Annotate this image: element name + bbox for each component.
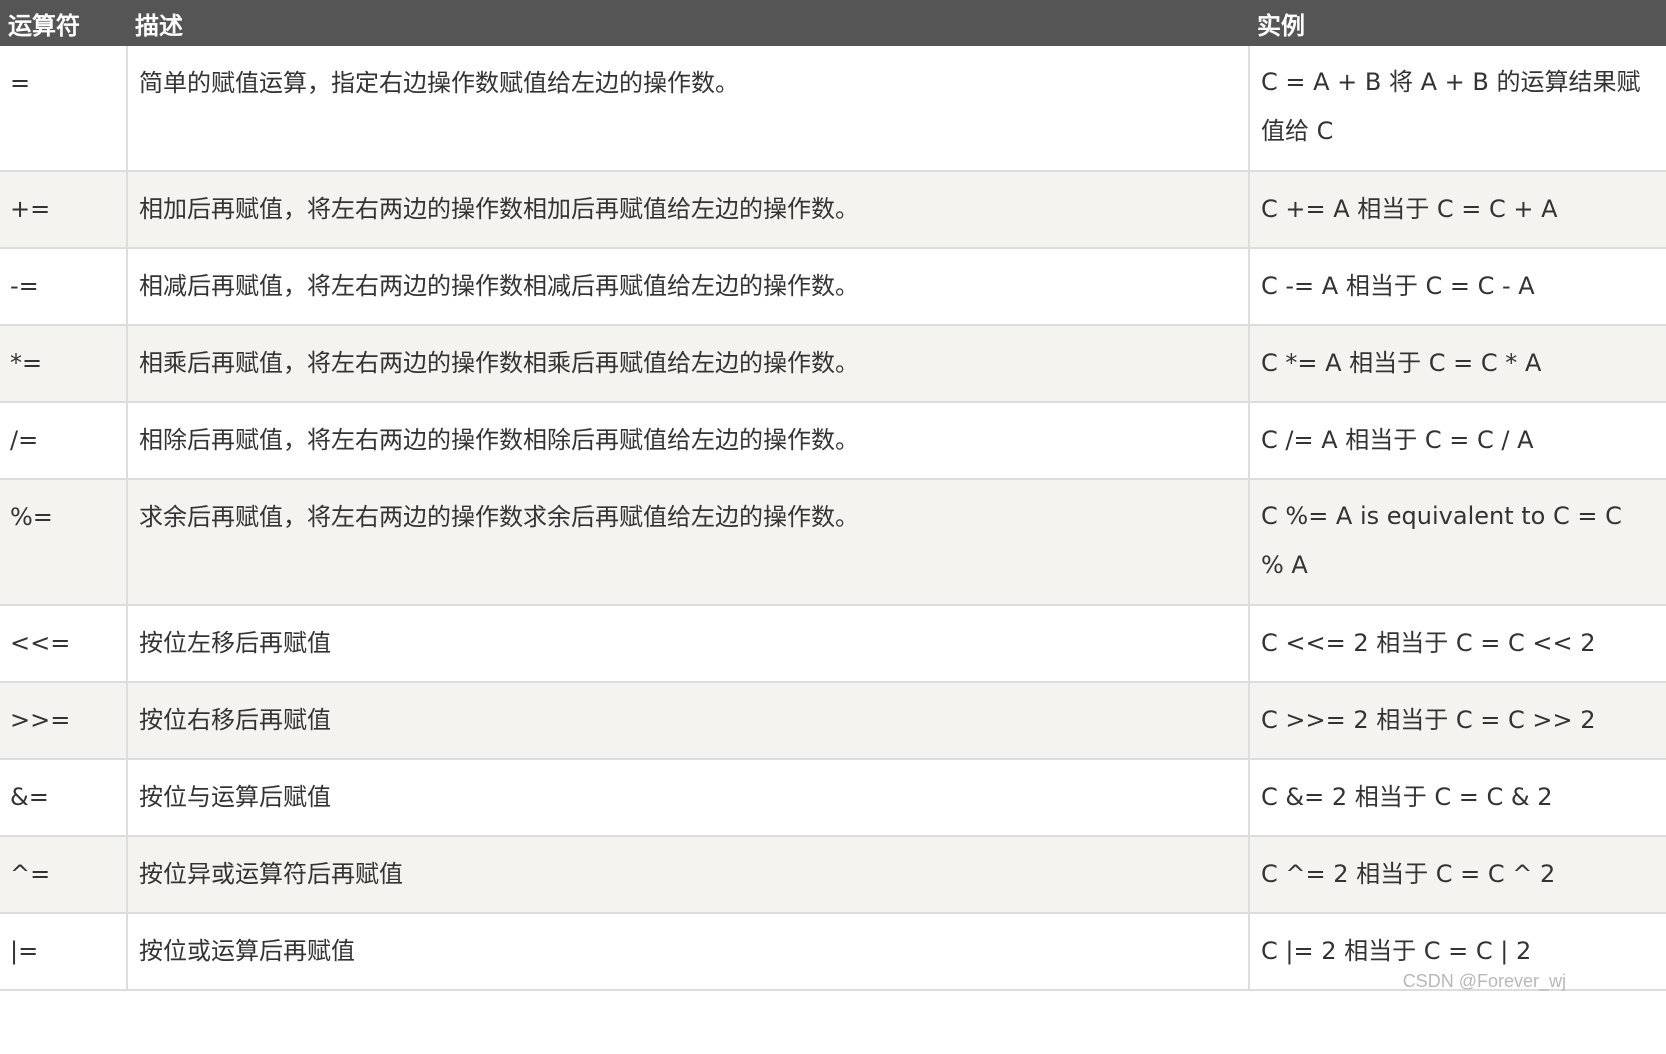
table-row: = 简单的赋值运算，指定右边操作数赋值给左边的操作数。 C = A + B 将 … — [0, 46, 1666, 172]
example-cell: C *= A 相当于 C = C * A — [1261, 349, 1542, 377]
description-cell: 按位异或运算符后再赋值 — [128, 837, 1250, 912]
operator-cell: = — [0, 46, 128, 170]
table-row: /= 相除后再赋值，将左右两边的操作数相除后再赋值给左边的操作数。 C /= A… — [0, 403, 1666, 480]
table-row: ^= 按位异或运算符后再赋值 C ^= 2 相当于 C = C ^ 2 — [0, 837, 1666, 914]
example-cell: C ^= 2 相当于 C = C ^ 2 — [1261, 860, 1556, 888]
operator-cell: >>= — [0, 683, 128, 758]
operator-cell: <<= — [0, 606, 128, 681]
description-cell: 相加后再赋值，将左右两边的操作数相加后再赋值给左边的操作数。 — [128, 172, 1250, 247]
operator-cell: &= — [0, 760, 128, 835]
example-cell: C <<= 2 相当于 C = C << 2 — [1261, 629, 1596, 657]
example-cell: C += A 相当于 C = C + A — [1261, 195, 1558, 223]
table-row: %= 求余后再赋值，将左右两边的操作数求余后再赋值给左边的操作数。 C %= A… — [0, 480, 1666, 606]
header-description: 描述 — [135, 11, 183, 40]
description-cell: 按位右移后再赋值 — [128, 683, 1250, 758]
example-cell: C /= A 相当于 C = C / A — [1261, 426, 1534, 454]
operator-cell: %= — [0, 480, 128, 604]
operator-cell: /= — [0, 403, 128, 478]
description-cell: 求余后再赋值，将左右两边的操作数求余后再赋值给左边的操作数。 — [128, 480, 1250, 604]
table-header: 运算符 描述 实例 — [0, 0, 1666, 46]
operators-table: 运算符 描述 实例 = 简单的赋值运算，指定右边操作数赋值给左边的操作数。 C … — [0, 0, 1666, 991]
operator-cell: += — [0, 172, 128, 247]
description-cell: 相除后再赋值，将左右两边的操作数相除后再赋值给左边的操作数。 — [128, 403, 1250, 478]
watermark-text: CSDN @Forever_wj — [1402, 971, 1566, 991]
header-operator: 运算符 — [8, 11, 80, 40]
description-cell: 相乘后再赋值，将左右两边的操作数相乘后再赋值给左边的操作数。 — [128, 326, 1250, 401]
description-cell: 按位或运算后再赋值 — [128, 914, 1250, 989]
table-row: >>= 按位右移后再赋值 C >>= 2 相当于 C = C >> 2 — [0, 683, 1666, 760]
operator-cell: ^= — [0, 837, 128, 912]
example-cell: C >>= 2 相当于 C = C >> 2 — [1261, 706, 1596, 734]
description-cell: 相减后再赋值，将左右两边的操作数相减后再赋值给左边的操作数。 — [128, 249, 1250, 324]
operator-cell: |= — [0, 914, 128, 989]
example-cell: C = A + B 将 A + B 的运算结果赋值给 C — [1261, 68, 1641, 145]
table-row: <<= 按位左移后再赋值 C <<= 2 相当于 C = C << 2 — [0, 606, 1666, 683]
example-cell: C -= A 相当于 C = C - A — [1261, 272, 1535, 300]
table-row: += 相加后再赋值，将左右两边的操作数相加后再赋值给左边的操作数。 C += A… — [0, 172, 1666, 249]
header-example: 实例 — [1257, 11, 1305, 40]
table-row: &= 按位与运算后赋值 C &= 2 相当于 C = C & 2 — [0, 760, 1666, 837]
example-cell: C &= 2 相当于 C = C & 2 — [1261, 783, 1553, 811]
table-row: *= 相乘后再赋值，将左右两边的操作数相乘后再赋值给左边的操作数。 C *= A… — [0, 326, 1666, 403]
description-cell: 按位与运算后赋值 — [128, 760, 1250, 835]
description-cell: 按位左移后再赋值 — [128, 606, 1250, 681]
description-cell: 简单的赋值运算，指定右边操作数赋值给左边的操作数。 — [128, 46, 1250, 170]
table-row: -= 相减后再赋值，将左右两边的操作数相减后再赋值给左边的操作数。 C -= A… — [0, 249, 1666, 326]
operator-cell: *= — [0, 326, 128, 401]
operator-cell: -= — [0, 249, 128, 324]
example-cell: C %= A is equivalent to C = C % A — [1261, 502, 1622, 579]
